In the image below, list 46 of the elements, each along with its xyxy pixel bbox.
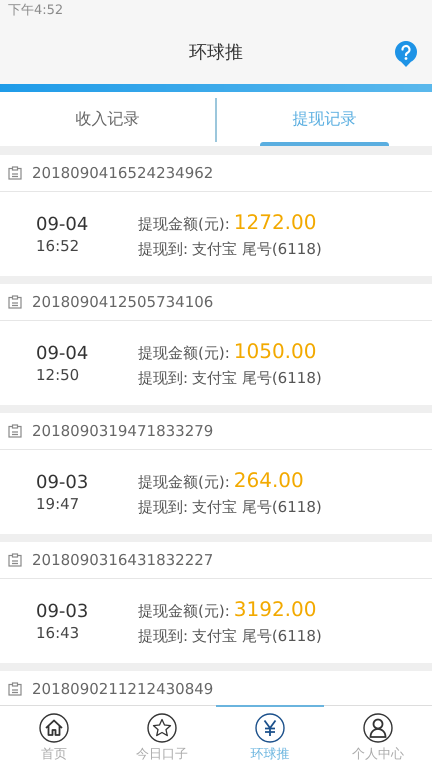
clipboard-icon xyxy=(8,424,22,438)
amount-value: 3192.00 xyxy=(234,596,316,620)
nav-tab[interactable]: 今日口子 xyxy=(108,705,216,768)
destination-account: 支付宝 尾号(6118) xyxy=(192,498,322,516)
status-time: 下午4:52 xyxy=(8,2,64,19)
order-number: 2018090319471833279 xyxy=(32,422,214,440)
record-time: 16:43 xyxy=(36,624,80,642)
nav-tab[interactable]: 环球推 xyxy=(216,705,324,768)
person-icon xyxy=(363,712,393,742)
clipboard-icon xyxy=(8,295,22,309)
tab[interactable]: 提现记录 xyxy=(217,92,432,146)
order-number: 2018090412505734106 xyxy=(32,293,214,311)
destination-label: 提现到: xyxy=(138,368,188,388)
record-time: 12:50 xyxy=(36,366,80,384)
record-time: 16:52 xyxy=(36,236,80,254)
order-number: 2018090316431832227 xyxy=(32,551,214,569)
destination-account: 支付宝 尾号(6118) xyxy=(192,626,322,646)
record-date: 09-04 xyxy=(36,342,90,364)
amount-label: 提现金额(元): xyxy=(138,602,230,620)
record-time: 19:47 xyxy=(36,494,80,512)
destination-label: 提现到: xyxy=(138,240,188,258)
record-date: 09-04 xyxy=(36,214,90,234)
clipboard-icon xyxy=(8,682,22,696)
record-date: 09-03 xyxy=(36,472,90,492)
nav-tab[interactable]: 个人中心 xyxy=(324,705,432,768)
destination-label: 提现到: xyxy=(138,498,188,516)
tab[interactable]: 收入记录 xyxy=(0,92,215,146)
order-number: 2018090211212430849 xyxy=(32,680,214,698)
destination-account: 支付宝 尾号(6118) xyxy=(192,368,322,388)
amount-value: 264.00 xyxy=(234,468,304,492)
help-icon[interactable] xyxy=(394,40,418,68)
page-title: 环球推 xyxy=(189,41,243,64)
amount-value: 1050.00 xyxy=(234,338,316,362)
amount-value: 1272.00 xyxy=(234,210,316,234)
destination-label: 提现到: xyxy=(138,626,188,646)
nav-tab[interactable]: 首页 xyxy=(0,705,108,768)
amount-label: 提现金额(元): xyxy=(138,214,230,234)
yen-icon xyxy=(255,712,285,742)
clipboard-icon xyxy=(8,166,22,180)
amount-label: 提现金额(元): xyxy=(138,344,230,362)
clipboard-icon xyxy=(8,553,22,567)
destination-account: 支付宝 尾号(6118) xyxy=(192,240,322,258)
record-date: 09-03 xyxy=(36,600,90,622)
home-icon xyxy=(39,712,69,742)
amount-label: 提现金额(元): xyxy=(138,472,230,492)
order-number: 2018090416524234962 xyxy=(32,164,214,182)
